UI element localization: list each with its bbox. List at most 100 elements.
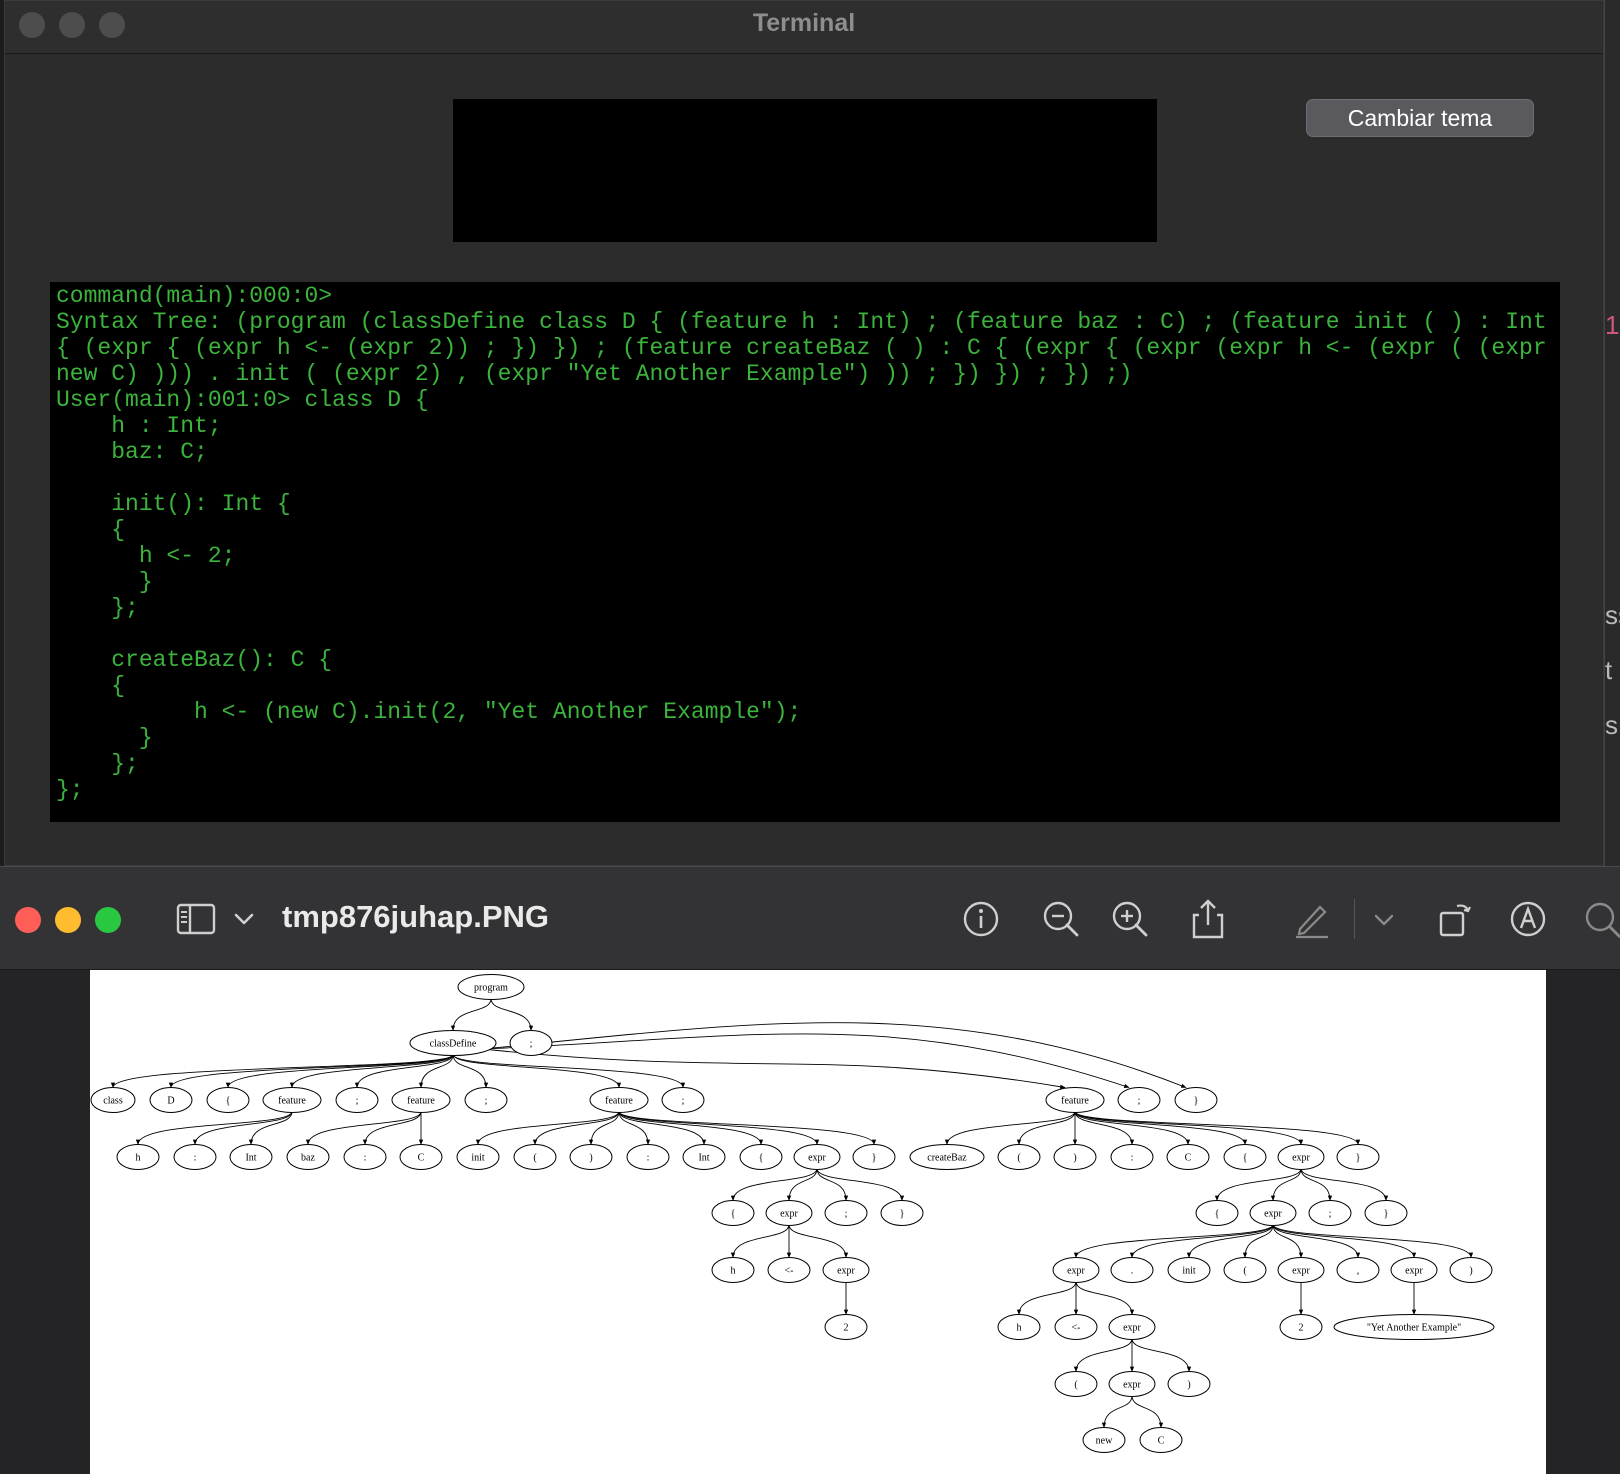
tree-edge [1074, 1111, 1361, 1146]
tree-edge [475, 1111, 620, 1146]
zoom-in-icon[interactable] [1108, 897, 1152, 941]
tree-edge [618, 1111, 877, 1146]
tree-node-label: "Yet Another Example" [1367, 1323, 1461, 1334]
tree-node-label: } [1194, 1096, 1199, 1107]
tree-node-label: { [759, 1153, 764, 1164]
rotate-icon[interactable] [1433, 897, 1477, 941]
tree-node: expr [822, 1257, 870, 1283]
tree-node-label: D [167, 1096, 174, 1107]
tree-edge [490, 998, 534, 1032]
tree-node-label: ; [682, 1096, 685, 1107]
tree-node: ; [661, 1087, 705, 1113]
tree-node-label: : [194, 1153, 197, 1164]
tree-node-label: C [1158, 1436, 1165, 1447]
tree-edge [1186, 1224, 1274, 1259]
tree-edge [362, 1111, 422, 1146]
minimize-button[interactable] [55, 907, 81, 933]
tree-node: ) [1167, 1371, 1211, 1397]
tree-edge [482, 1022, 1187, 1088]
tree-edge [1300, 1168, 1389, 1202]
tree-node: expr [1390, 1257, 1438, 1283]
tree-node: expr [1249, 1200, 1297, 1226]
tree-node-label: expr [1067, 1266, 1085, 1277]
search-icon[interactable] [1580, 897, 1620, 941]
tree-node: expr [1277, 1257, 1325, 1283]
tree-node-label: ; [845, 1209, 848, 1220]
tree-node: feature [1045, 1087, 1105, 1113]
tree-edge [289, 1054, 454, 1089]
markup-pen-icon[interactable] [1290, 897, 1334, 941]
tree-node-label: ) [1073, 1153, 1076, 1164]
tree-node: createBaz [909, 1144, 985, 1170]
tree-node: C [1139, 1427, 1183, 1453]
tree-node: ) [569, 1144, 613, 1170]
tree-edge [730, 1224, 790, 1259]
parse-tree-graph: program classDefine ; class D {feature; featur… [90, 974, 1495, 1453]
tree-node: ; [1117, 1087, 1161, 1113]
tree-node-label: class [103, 1096, 123, 1107]
tree-node-label: : [1131, 1153, 1134, 1164]
tree-node-label: { [1215, 1209, 1220, 1220]
tree-node: h [116, 1144, 160, 1170]
tree-node: { [739, 1144, 783, 1170]
info-icon[interactable] [959, 897, 1003, 941]
tree-edge [452, 1054, 622, 1089]
background-window-edge: 1 ss t s [1604, 0, 1620, 866]
share-icon[interactable] [1186, 897, 1230, 941]
tree-edge [618, 1111, 651, 1146]
tree-node-label: baz [301, 1153, 315, 1164]
terminal-window: Terminal Cambiar tema command(main):000:… [4, 0, 1604, 866]
tree-node-label: 2 [1299, 1323, 1304, 1334]
markup-circle-icon[interactable] [1506, 897, 1550, 941]
tree-node-label: { [1243, 1153, 1248, 1164]
tree-node: C [399, 1144, 443, 1170]
tree-node-label: expr [837, 1266, 855, 1277]
tree-node: : [626, 1144, 670, 1170]
image-viewport[interactable]: program classDefine; class D {feature; featur… [0, 970, 1620, 1474]
tree-node: expr [1108, 1314, 1156, 1340]
tree-node: feature [391, 1087, 451, 1113]
zoom-button[interactable] [95, 907, 121, 933]
tree-edge [482, 1033, 1130, 1089]
tree-edge [192, 1111, 293, 1146]
tree-node-label: ; [1329, 1209, 1332, 1220]
tree-edge [1073, 1338, 1133, 1373]
tree-node: ; [824, 1200, 868, 1226]
chevron-down-icon[interactable] [1362, 897, 1402, 941]
tree-node: expr [765, 1200, 813, 1226]
tree-node: Int [682, 1144, 726, 1170]
tree-node: ; [464, 1087, 508, 1113]
tree-node: : [343, 1144, 387, 1170]
tree-edge [816, 1168, 905, 1202]
change-theme-button[interactable]: Cambiar tema [1306, 99, 1534, 137]
tree-node: . [1110, 1257, 1154, 1283]
tree-node-label: Int [698, 1153, 709, 1164]
file-name: tmp876juhap.PNG [282, 899, 549, 934]
tree-edge [532, 1111, 620, 1146]
tree-node-label: ; [485, 1096, 488, 1107]
tree-node: expr [1108, 1371, 1156, 1397]
tree-node: ; [509, 1030, 553, 1056]
tree-node: : [173, 1144, 217, 1170]
tree-node: program [457, 974, 525, 1000]
tree-edge [618, 1111, 764, 1146]
toolbar-separator [1354, 899, 1355, 939]
console-text: command(main):000:0> Syntax Tree: (progr… [56, 283, 1547, 803]
tree-edge [1016, 1111, 1076, 1146]
chevron-down-icon[interactable] [222, 897, 262, 941]
console-output[interactable]: command(main):000:0> Syntax Tree: (progr… [50, 282, 1560, 822]
tree-node-label: Int [245, 1153, 256, 1164]
close-button[interactable] [15, 907, 41, 933]
tree-node: ) [1053, 1144, 1097, 1170]
tree-node: init [456, 1144, 500, 1170]
tree-node: } [1174, 1087, 1218, 1113]
tree-edge [618, 1111, 707, 1146]
zoom-out-icon[interactable] [1039, 897, 1083, 941]
tree-node-label: { [731, 1209, 736, 1220]
tree-edge [1129, 1224, 1274, 1259]
tree-node: "Yet Another Example" [1333, 1314, 1495, 1340]
sidebar-toggle-icon[interactable] [174, 897, 218, 941]
tree-node: expr [793, 1144, 841, 1170]
tree-node: expr [1052, 1257, 1100, 1283]
tree-node-label: h [731, 1266, 736, 1277]
